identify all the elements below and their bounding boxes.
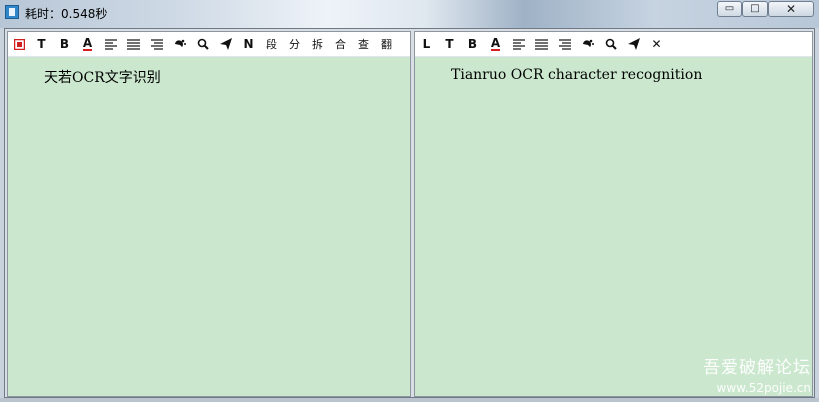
text-button[interactable]: T [33, 35, 50, 53]
watermark-url: www.52pojie.cn [716, 381, 811, 395]
lookup-button[interactable]: 查 [355, 35, 372, 53]
stop-icon[interactable] [11, 35, 28, 53]
merge-button[interactable]: 合 [332, 35, 349, 53]
break-button[interactable]: 拆 [309, 35, 326, 53]
send-icon[interactable] [217, 35, 234, 53]
main-frame: T B A N 段 分 拆 合 查 翻 天若OCR文字识别 L T B A ✕ … [4, 28, 815, 398]
maximize-button[interactable]: □ [742, 1, 768, 17]
bold-button[interactable]: B [464, 35, 481, 53]
close-window-button[interactable]: ✕ [768, 1, 814, 17]
send-icon[interactable] [625, 35, 642, 53]
right-toolbar: L T B A ✕ [415, 32, 812, 57]
ocr-text[interactable]: 天若OCR文字识别 [44, 67, 161, 87]
font-color-letter: A [82, 36, 93, 51]
voice-icon[interactable] [579, 35, 596, 53]
align-right-icon[interactable] [556, 35, 573, 53]
font-color-letter: A [490, 36, 501, 51]
voice-icon[interactable] [171, 35, 188, 53]
window-title: 耗时：0.548秒 [25, 7, 108, 21]
align-justify-icon[interactable] [533, 35, 550, 53]
replace-button[interactable]: N [240, 35, 257, 53]
search-icon[interactable] [602, 35, 619, 53]
bold-button[interactable]: B [56, 35, 73, 53]
align-left-icon[interactable] [102, 35, 119, 53]
translation-pane[interactable]: L T B A ✕ Tianruo OCR character recognit… [414, 31, 813, 397]
translation-text[interactable]: Tianruo OCR character recognition [451, 67, 702, 83]
title-bar: 耗时：0.548秒 ▭ □ ✕ [0, 0, 819, 28]
ocr-result-pane[interactable]: T B A N 段 分 拆 合 查 翻 天若OCR文字识别 [7, 31, 411, 397]
paragraph-button[interactable]: 段 [263, 35, 280, 53]
font-color-button[interactable]: A [487, 35, 504, 53]
app-icon [5, 5, 19, 19]
text-button[interactable]: T [441, 35, 458, 53]
search-icon[interactable] [194, 35, 211, 53]
watermark-title: 吾爱破解论坛 [703, 358, 811, 378]
left-toolbar: T B A N 段 分 拆 合 查 翻 [8, 32, 410, 57]
close-pane-button[interactable]: ✕ [648, 35, 665, 53]
split-button[interactable]: 分 [286, 35, 303, 53]
align-left-icon[interactable] [510, 35, 527, 53]
translate-button[interactable]: 翻 [378, 35, 395, 53]
align-justify-icon[interactable] [125, 35, 142, 53]
minimize-button[interactable]: ▭ [717, 1, 742, 17]
align-right-icon[interactable] [148, 35, 165, 53]
layout-button[interactable]: L [418, 35, 435, 53]
font-color-button[interactable]: A [79, 35, 96, 53]
window-bottom-edge [0, 398, 819, 402]
